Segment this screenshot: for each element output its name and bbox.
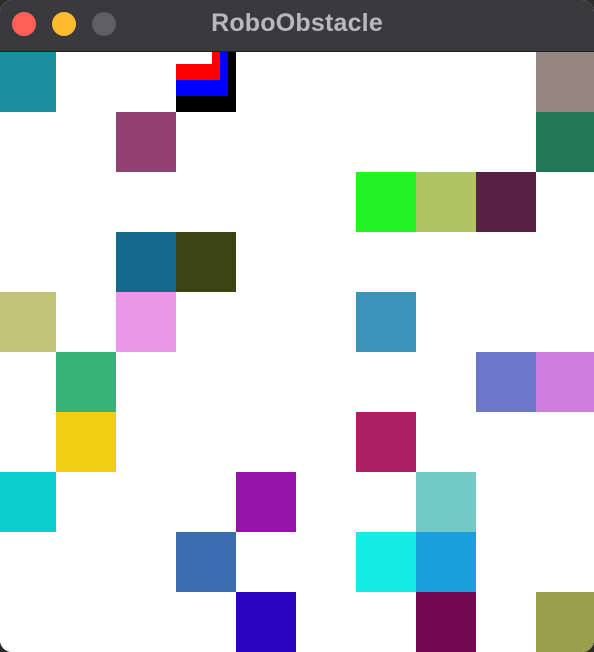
obstacle-cell (536, 52, 594, 112)
obstacle-cell (116, 232, 176, 292)
obstacle-cell (416, 472, 476, 532)
obstacle-cell (116, 112, 176, 172)
obstacle-cell (356, 172, 416, 232)
obstacle-cell (536, 592, 594, 652)
obstacle-cell (356, 412, 416, 472)
obstacle-cell (416, 592, 476, 652)
obstacle-cell (356, 532, 416, 592)
obstacle-cell (356, 292, 416, 352)
robot-marker-icon (176, 52, 236, 112)
obstacle-cell (236, 472, 296, 532)
obstacle-cell (0, 472, 56, 532)
obstacle-cell (476, 172, 536, 232)
obstacle-cell (116, 292, 176, 352)
obstacle-cell (176, 532, 236, 592)
obstacle-cell (536, 112, 594, 172)
obstacle-cell (0, 52, 56, 112)
grid-canvas[interactable] (0, 52, 594, 652)
obstacle-cell (476, 352, 536, 412)
obstacle-cell (236, 592, 296, 652)
title-bar[interactable]: RoboObstacle (0, 0, 594, 52)
window-title: RoboObstacle (211, 9, 383, 37)
obstacle-cell (176, 232, 236, 292)
obstacle-cell (536, 352, 594, 412)
obstacle-cell (56, 412, 116, 472)
obstacle-cell (56, 352, 116, 412)
obstacle-cell (416, 172, 476, 232)
obstacle-cell (0, 292, 56, 352)
robot-ring (176, 52, 212, 64)
obstacle-cell (416, 532, 476, 592)
app-window: RoboObstacle (0, 0, 594, 652)
